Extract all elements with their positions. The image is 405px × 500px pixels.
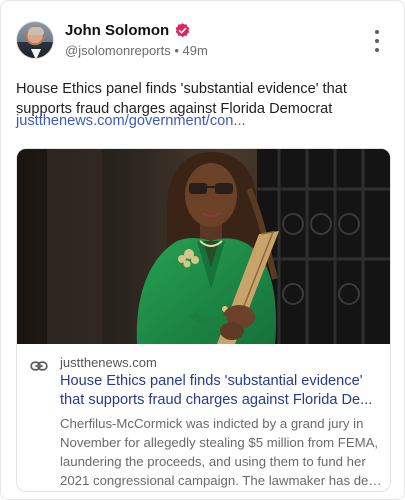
menu-dot: [375, 48, 379, 52]
preview-domain: justthenews.com: [60, 355, 157, 370]
more-vertical-icon[interactable]: [371, 30, 383, 52]
preview-title[interactable]: House Ethics panel finds 'substantial ev…: [60, 372, 380, 410]
preview-desc-line: Cherfilus-McCormick was indicted by a gr…: [60, 416, 364, 431]
menu-dot: [375, 39, 379, 43]
author-name[interactable]: John Solomon: [65, 22, 169, 39]
preview-title-line: that supports fraud charges against Flor…: [60, 392, 373, 408]
preview-desc-line: November for allegedly stealing $5 milli…: [60, 435, 379, 450]
post-link[interactable]: justthenews.com/government/con...: [16, 113, 391, 129]
preview-image: [17, 149, 390, 344]
preview-info: justthenews.com House Ethics panel finds…: [17, 344, 390, 491]
avatar-shirt: [31, 49, 41, 58]
link-preview-card[interactable]: justthenews.com House Ethics panel finds…: [16, 148, 391, 492]
menu-dot: [375, 30, 379, 34]
author-row: John Solomon: [65, 22, 191, 39]
avatar[interactable]: [16, 21, 54, 59]
post-time[interactable]: 49m: [183, 43, 208, 58]
handle-row: @jsolomonreports • 49m: [65, 43, 208, 58]
link-icon: [30, 361, 48, 371]
author-handle[interactable]: @jsolomonreports: [65, 43, 171, 58]
preview-title-line: House Ethics panel finds 'substantial ev…: [60, 373, 363, 389]
separator: •: [174, 43, 179, 58]
preview-desc-line: 2021 congressional campaign. The lawmake…: [60, 473, 382, 488]
post-header: John Solomon @jsolomonreports • 49m: [16, 21, 389, 61]
avatar-hair: [28, 27, 44, 35]
preview-desc-line: laundering the proceeds, and using them …: [60, 454, 366, 469]
preview-description: Cherfilus-McCormick was indicted by a gr…: [60, 414, 382, 490]
social-post: John Solomon @jsolomonreports • 49m Hous…: [0, 0, 405, 500]
verified-badge-icon: [174, 22, 191, 39]
